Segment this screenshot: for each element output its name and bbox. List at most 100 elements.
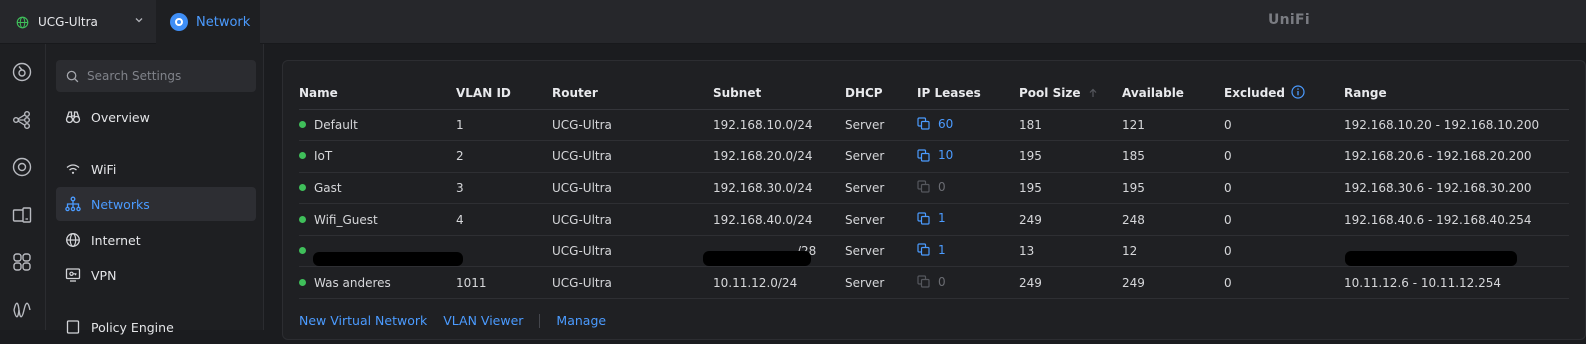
cell-ip-leases: 10: [917, 140, 1019, 173]
cell-router: UCG-Ultra: [552, 109, 713, 142]
sidebar-item-label: Internet: [91, 232, 141, 248]
cell-ip-leases: 0: [917, 266, 1019, 300]
cell-range: 192.168.30.6 - 192.168.30.200: [1344, 172, 1569, 205]
devices-icon[interactable]: [11, 156, 33, 178]
cell-dhcp: Server: [845, 140, 917, 173]
cell-name: IoT: [299, 140, 456, 173]
status-dot: [299, 120, 306, 128]
status-dot: [299, 278, 306, 286]
divider: [539, 313, 541, 328]
footer-links: New Virtual Network VLAN Viewer Manage: [299, 313, 606, 328]
main-content: Name VLAN ID Router Subnet DHCP IP Lease…: [264, 44, 1586, 340]
cell-name: Wifi_Guest: [299, 203, 456, 236]
column-header-router[interactable]: Router: [552, 77, 713, 110]
sidebar-item-label: Overview: [91, 109, 150, 125]
settings-sidebar: Overview WiFi Networks Internet VPN Poli…: [46, 44, 264, 335]
cell-dhcp: Server: [845, 172, 917, 205]
column-header-pool-size[interactable]: Pool Size: [1019, 77, 1122, 110]
policy-icon: [66, 320, 80, 334]
redaction-range: [1345, 251, 1517, 266]
status-dot: [299, 247, 306, 255]
cell-vlan-id: 2: [456, 140, 552, 173]
sidebar-item-internet[interactable]: Internet: [56, 223, 256, 257]
ip-leases-count: 1: [938, 242, 946, 257]
column-header-excluded[interactable]: Excluded: [1224, 77, 1344, 110]
sidebar-item-policy-engine[interactable]: Policy Engine: [56, 310, 256, 344]
column-header-range[interactable]: Range: [1344, 77, 1569, 110]
table-row[interactable]: Was anderes 1011 UCG-Ultra 10.11.12.0/24 Ser…: [299, 266, 1569, 300]
ip-leases-link[interactable]: 10: [917, 148, 953, 162]
column-header-excluded-label: Excluded: [1224, 85, 1286, 100]
sort-arrow-up-icon[interactable]: [1088, 88, 1098, 98]
table-row[interactable]: Gast 3 UCG-Ultra 192.168.30.0/24 Server 0 195 1…: [299, 172, 1569, 205]
leases-list-icon: [917, 212, 930, 225]
leases-list-icon: [917, 117, 930, 130]
cell-excluded: 0: [1224, 266, 1344, 300]
cell-router: UCG-Ultra: [552, 203, 713, 236]
cell-range: 10.11.12.6 - 10.11.12.254: [1344, 266, 1569, 300]
cell-dhcp: Server: [845, 109, 917, 142]
icon-rail: [0, 44, 46, 330]
ip-leases-count: 10: [938, 148, 954, 163]
network-name: Wifi_Guest: [314, 212, 378, 227]
cell-ip-leases: 1: [917, 203, 1019, 236]
sidebar-item-wifi[interactable]: WiFi: [56, 152, 256, 186]
cell-excluded: 0: [1224, 235, 1344, 268]
column-header-name[interactable]: Name: [299, 77, 456, 110]
table-row[interactable]: IoT 2 UCG-Ultra 192.168.20.0/24 Server 10 195 1…: [299, 140, 1569, 173]
search-box[interactable]: [56, 60, 256, 92]
ip-leases-link: 0: [917, 180, 946, 194]
info-icon[interactable]: [1291, 85, 1305, 99]
cell-dhcp: Server: [845, 203, 917, 236]
table-row[interactable]: Wifi_Guest 4 UCG-Ultra 192.168.40.0/24 Serve…: [299, 203, 1569, 236]
column-header-dhcp[interactable]: DHCP: [845, 77, 917, 110]
networks-card: Name VLAN ID Router Subnet DHCP IP Lease…: [282, 60, 1586, 340]
topology-icon[interactable]: [11, 109, 33, 131]
vlan-viewer-link[interactable]: VLAN Viewer: [443, 313, 523, 328]
cell-pool-size: 195: [1019, 172, 1122, 205]
cell-range: 192.168.20.6 - 192.168.20.200: [1344, 140, 1569, 173]
redaction-name: [313, 252, 463, 266]
ip-leases-link[interactable]: 60: [917, 117, 953, 131]
cell-available: 185: [1122, 140, 1224, 173]
search-icon: [66, 70, 79, 82]
cell-vlan-id: 1: [456, 109, 552, 142]
site-switcher[interactable]: UCG-Ultra: [0, 0, 156, 44]
column-header-available[interactable]: Available: [1122, 77, 1224, 110]
apps-grid-icon[interactable]: [11, 251, 33, 273]
cell-ip-leases: 60: [917, 109, 1019, 142]
cell-subnet: 192.168.10.0/24: [713, 109, 845, 142]
new-virtual-network-link[interactable]: New Virtual Network: [299, 313, 427, 328]
leases-list-icon: [917, 180, 930, 193]
search-input[interactable]: [87, 69, 247, 83]
network-app-icon: [170, 13, 188, 31]
table-row[interactable]: Default 1 UCG-Ultra 192.168.10.0/24 Server 60…: [299, 109, 1569, 142]
cell-dhcp: Server: [845, 266, 917, 300]
sidebar-item-vpn[interactable]: VPN: [56, 258, 256, 292]
insights-icon[interactable]: [11, 299, 33, 321]
redaction-subnet: [703, 251, 811, 266]
cell-dhcp: Server: [845, 235, 917, 268]
cell-vlan-id: 1011: [456, 266, 552, 300]
manage-link[interactable]: Manage: [556, 313, 606, 328]
client-devices-icon[interactable]: [11, 204, 33, 226]
app-tab-network[interactable]: Network: [156, 0, 260, 44]
ip-leases-count: 0: [938, 179, 946, 194]
ip-leases-link[interactable]: 1: [917, 243, 946, 257]
sidebar-item-networks[interactable]: Networks: [56, 187, 256, 221]
column-header-vlan-id[interactable]: VLAN ID: [456, 77, 552, 110]
column-header-ip-leases[interactable]: IP Leases: [917, 77, 1019, 110]
site-name: UCG-Ultra: [38, 15, 98, 29]
sidebar-item-overview[interactable]: Overview: [56, 100, 256, 134]
cell-excluded: 0: [1224, 203, 1344, 236]
ip-leases-count: 60: [938, 116, 954, 131]
column-header-subnet[interactable]: Subnet: [713, 77, 845, 110]
cell-router: UCG-Ultra: [552, 235, 713, 268]
wifi-icon: [66, 164, 80, 174]
ip-leases-link[interactable]: 1: [917, 211, 946, 225]
network-name: Default: [314, 117, 358, 132]
dashboard-icon[interactable]: [11, 61, 33, 83]
cell-subnet: 192.168.20.0/24: [713, 140, 845, 173]
network-name: IoT: [314, 149, 333, 164]
cell-name: Was anderes: [299, 266, 456, 300]
